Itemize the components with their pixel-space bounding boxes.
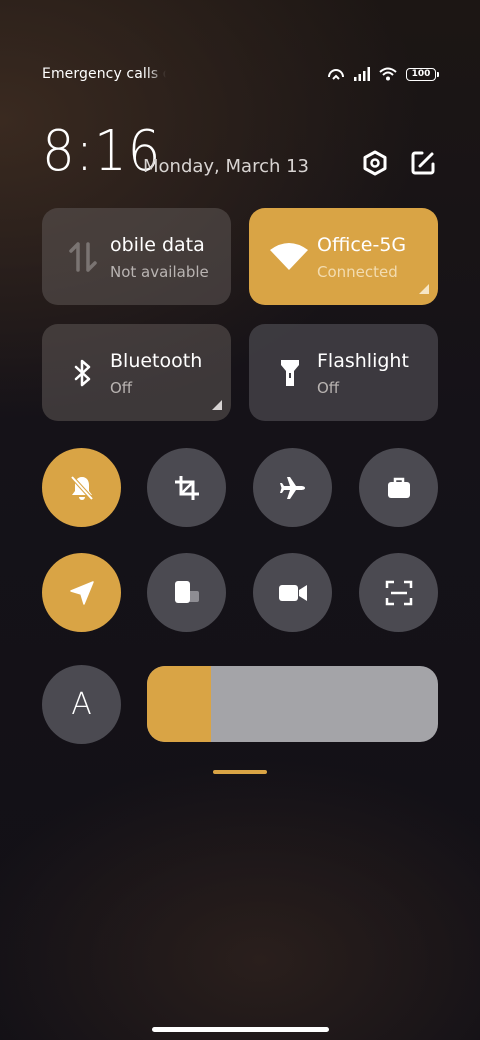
auto-brightness-button[interactable]: A: [42, 665, 121, 744]
tile-label: obile data: [110, 234, 205, 256]
crop-icon: [174, 475, 199, 500]
location-arrow-icon: [69, 580, 94, 605]
expand-corner-icon[interactable]: [419, 284, 429, 294]
mobile-data-icon: [66, 240, 100, 274]
tile-label: Flashlight: [317, 350, 409, 372]
edit-icon[interactable]: [410, 150, 436, 176]
wifi-status-icon: [379, 67, 397, 81]
home-indicator[interactable]: [152, 1027, 329, 1032]
toggle-airplane[interactable]: [253, 448, 332, 527]
video-camera-icon: [278, 584, 307, 601]
carrier-text: Emergency calls only: [42, 66, 166, 82]
floating-window-icon: [174, 580, 199, 603]
tile-bluetooth[interactable]: Bluetooth Off: [42, 324, 231, 421]
brightness-slider[interactable]: [147, 666, 438, 742]
tile-status: Not available: [110, 263, 209, 281]
tile-mobile-data[interactable]: obile data Not available: [42, 208, 231, 305]
battery-icon: 100: [406, 67, 439, 81]
scan-icon: [385, 580, 412, 605]
tile-label: Bluetooth: [110, 350, 203, 372]
toggle-screen-recorder[interactable]: [253, 553, 332, 632]
tile-status: Off: [317, 379, 340, 397]
tile-status: Off: [110, 379, 133, 397]
header: 8:16 Monday, March 13: [42, 120, 436, 184]
tile-wifi[interactable]: Office-5G Connected: [249, 208, 438, 305]
brightness-level-fill: [147, 666, 212, 742]
tile-label: Office-5G: [317, 234, 407, 256]
flashlight-icon: [273, 356, 307, 390]
wifi-icon: [269, 240, 309, 274]
bluetooth-icon: [66, 356, 100, 390]
panel-drag-handle[interactable]: [213, 770, 267, 774]
auto-brightness-label: A: [71, 687, 92, 722]
status-icons: 100: [327, 67, 439, 81]
toggle-mute[interactable]: [42, 448, 121, 527]
briefcase-icon: [387, 477, 410, 498]
date[interactable]: Monday, March 13: [143, 156, 309, 177]
toggle-scanner[interactable]: [359, 553, 438, 632]
tile-status: Connected: [317, 263, 398, 281]
toggle-screenshot[interactable]: [147, 448, 226, 527]
toggle-location[interactable]: [42, 553, 121, 632]
status-bar: Emergency calls only 100: [42, 66, 439, 88]
settings-icon[interactable]: [362, 150, 388, 176]
airplane-icon: [279, 476, 305, 499]
hotspot-icon: [328, 69, 344, 80]
signal-icon: [354, 67, 370, 81]
toggle-floating-window[interactable]: [147, 553, 226, 632]
toggle-work-profile[interactable]: [359, 448, 438, 527]
bell-off-icon: [70, 475, 93, 500]
tile-flashlight[interactable]: Flashlight Off: [249, 324, 438, 421]
expand-corner-icon[interactable]: [212, 400, 222, 410]
